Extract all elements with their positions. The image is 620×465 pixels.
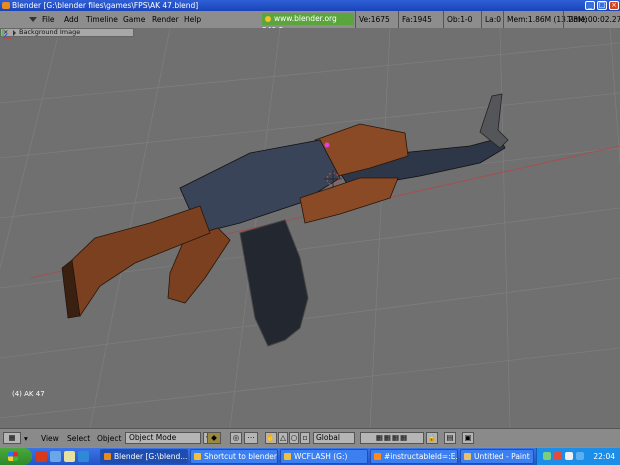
image-icon[interactable]: ▣: [462, 432, 474, 444]
task-blender[interactable]: Blender [G:\blend...: [100, 449, 188, 464]
taskbar-clock: 22:04: [593, 452, 615, 461]
tray-volume-icon[interactable]: [565, 452, 573, 460]
background-panel-label: Background Image: [19, 28, 81, 36]
menu-select[interactable]: Select: [67, 429, 90, 448]
menu-add[interactable]: Add: [64, 11, 79, 28]
expand-triangle-icon[interactable]: [13, 30, 16, 36]
stat-verts: Ve:1675: [355, 11, 390, 28]
quicklaunch-icon-4[interactable]: [78, 451, 89, 462]
maximize-button[interactable]: □: [597, 1, 607, 10]
mode-select[interactable]: Object Mode: [125, 432, 201, 444]
menu-collapse-icon[interactable]: [29, 17, 37, 22]
drive-task-icon: [284, 453, 291, 460]
editor-type-icon[interactable]: ▦: [3, 432, 21, 444]
blender-version-badge: www.blender.org 249.2: [262, 13, 354, 35]
folder-task-icon: [194, 453, 201, 460]
menu-bar: File Add Timeline Game Render Help www.b…: [0, 11, 620, 35]
minimize-button[interactable]: _: [585, 1, 595, 10]
manipulator-hand-icon[interactable]: ✋: [265, 432, 277, 444]
quicklaunch-icon-1[interactable]: [36, 451, 47, 462]
object-origin: [324, 142, 330, 148]
menu-render[interactable]: Render: [152, 11, 179, 28]
task-browser[interactable]: #instructableId=:E...: [370, 449, 458, 464]
quicklaunch-icon-3[interactable]: [64, 451, 75, 462]
stat-time: Time:00:02.27: [563, 11, 620, 28]
background-image-panel[interactable]: × Background Image: [0, 28, 134, 37]
axis-gizmo-icon: [2, 29, 11, 39]
rifle-front-sight: [479, 93, 509, 149]
3d-viewport[interactable]: × Background Image (4) AK 47: [0, 28, 620, 428]
tray-network-icon[interactable]: [543, 452, 551, 460]
draw-type-icon[interactable]: ◆: [207, 432, 221, 444]
floor-grid: [0, 28, 620, 428]
system-tray: 22:04: [536, 448, 620, 465]
close-button[interactable]: ×: [609, 1, 619, 10]
viewport-scene: [0, 28, 620, 428]
header-collapse-icon[interactable]: ▾: [24, 429, 28, 448]
render-icon[interactable]: ▤: [444, 432, 456, 444]
tray-app-icon[interactable]: [576, 452, 584, 460]
tray-antivirus-icon[interactable]: [554, 452, 562, 460]
orientation-select[interactable]: Global: [313, 432, 355, 444]
menu-view[interactable]: View: [41, 429, 59, 448]
layer-buttons[interactable]: ▦▦▦▦: [360, 432, 424, 444]
menu-timeline[interactable]: Timeline: [86, 11, 118, 28]
pivot-icon[interactable]: ◎: [230, 432, 242, 444]
task-shortcut[interactable]: Shortcut to blender: [190, 449, 278, 464]
blender-logo-icon: [265, 16, 271, 22]
windows-taskbar: Blender [G:\blend... Shortcut to blender…: [0, 447, 620, 465]
scale-icon[interactable]: ▫: [300, 432, 310, 444]
rifle-magazine: [239, 219, 309, 347]
3d-view-header: ▦ ▾ View Select Object Object Mode ▾ ◆ ◎…: [0, 428, 620, 447]
start-button[interactable]: [0, 448, 32, 465]
blender-task-icon: [104, 453, 111, 460]
window-titlebar[interactable]: Blender [G:\blender files\games\FPS\AK 4…: [0, 0, 620, 11]
translate-icon[interactable]: △: [278, 432, 288, 444]
browser-task-icon: [374, 453, 381, 460]
menu-help[interactable]: Help: [184, 11, 201, 28]
rotate-icon[interactable]: ○: [289, 432, 299, 444]
task-paint[interactable]: Untitled - Paint: [460, 449, 534, 464]
stat-objects: Ob:1-0: [443, 11, 472, 28]
lock-icon[interactable]: 🔒: [426, 432, 438, 444]
window-title: Blender [G:\blender files\games\FPS\AK 4…: [12, 1, 199, 10]
task-wcflash[interactable]: WCFLASH (G:): [280, 449, 368, 464]
active-object-label: (4) AK 47: [12, 390, 45, 398]
layers-icon[interactable]: ⋯: [244, 432, 258, 444]
stat-lamps: La:0: [481, 11, 501, 28]
menu-file[interactable]: File: [42, 11, 55, 28]
paint-task-icon: [464, 453, 471, 460]
menu-game[interactable]: Game: [123, 11, 145, 28]
ak47-model: [61, 93, 509, 347]
stat-faces: Fa:1945: [398, 11, 432, 28]
blender-app-icon: [2, 2, 10, 9]
quicklaunch-icon-2[interactable]: [50, 451, 61, 462]
windows-flag-icon: [8, 452, 18, 461]
menu-object[interactable]: Object: [97, 429, 121, 448]
